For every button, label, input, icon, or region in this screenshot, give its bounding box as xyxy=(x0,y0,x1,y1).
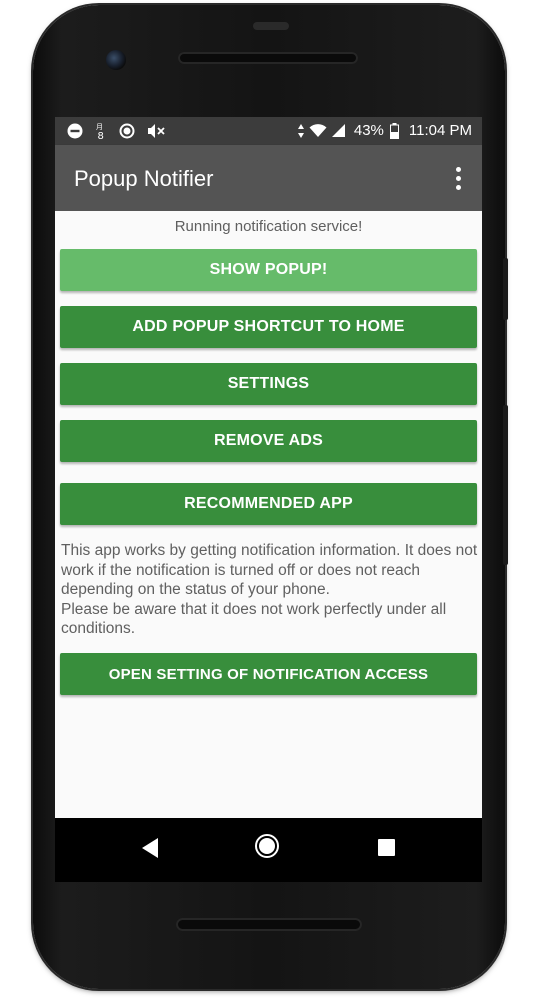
info-paragraph-2: Please be aware that it does not work pe… xyxy=(61,600,447,638)
status-bar: 月 8 43% 11:04 PM xyxy=(55,117,482,145)
bottom-speaker-grille xyxy=(176,918,362,931)
battery-percent: 43% xyxy=(353,122,384,139)
phone-screen: 月 8 43% 11:04 PM Popup Notifier Running … xyxy=(55,117,482,882)
main-content: Running notification service! SHOW POPUP… xyxy=(55,211,482,818)
status-bar-right-icons: 43% 11:04 PM xyxy=(297,122,472,139)
svg-text:月: 月 xyxy=(96,123,103,131)
clock: 11:04 PM xyxy=(408,122,472,139)
calendar-icon: 月 8 xyxy=(95,122,107,140)
open-notification-access-button[interactable]: OPEN SETTING OF NOTIFICATION ACCESS xyxy=(60,653,477,695)
more-vert-icon[interactable] xyxy=(446,163,470,193)
front-camera xyxy=(106,50,126,70)
power-button xyxy=(503,258,508,320)
recommended-app-button[interactable]: RECOMMENDED APP xyxy=(60,483,477,525)
service-status-text: Running notification service! xyxy=(174,218,363,235)
top-earpiece xyxy=(253,22,289,30)
add-popup-shortcut-button[interactable]: ADD POPUP SHORTCUT TO HOME xyxy=(60,306,477,348)
show-popup-button[interactable]: SHOW POPUP! xyxy=(60,249,477,291)
wifi-icon xyxy=(309,123,327,138)
status-bar-left-icons: 月 8 xyxy=(67,122,167,140)
cell-signal-icon xyxy=(331,123,346,138)
info-paragraph-1: This app works by getting notification i… xyxy=(61,542,478,598)
record-icon xyxy=(119,123,135,139)
remove-ads-button[interactable]: REMOVE ADS xyxy=(60,420,477,462)
settings-button[interactable]: SETTINGS xyxy=(60,363,477,405)
system-nav-bar xyxy=(55,818,482,882)
data-arrows-icon xyxy=(297,123,305,139)
mute-icon xyxy=(147,123,167,139)
do-not-disturb-icon xyxy=(67,123,83,139)
battery-icon xyxy=(389,122,399,139)
top-speaker-grille xyxy=(178,52,358,64)
calendar-day: 8 xyxy=(98,131,104,140)
recents-icon[interactable] xyxy=(378,839,395,856)
home-icon[interactable] xyxy=(255,834,279,858)
info-description: This app works by getting notification i… xyxy=(61,541,479,639)
app-title: Popup Notifier xyxy=(74,166,214,191)
app-toolbar: Popup Notifier xyxy=(55,145,482,211)
device-frame-stage: 月 8 43% 11:04 PM Popup Notifier Running … xyxy=(0,0,541,1000)
back-icon[interactable] xyxy=(140,837,160,864)
volume-rocker xyxy=(503,405,508,565)
